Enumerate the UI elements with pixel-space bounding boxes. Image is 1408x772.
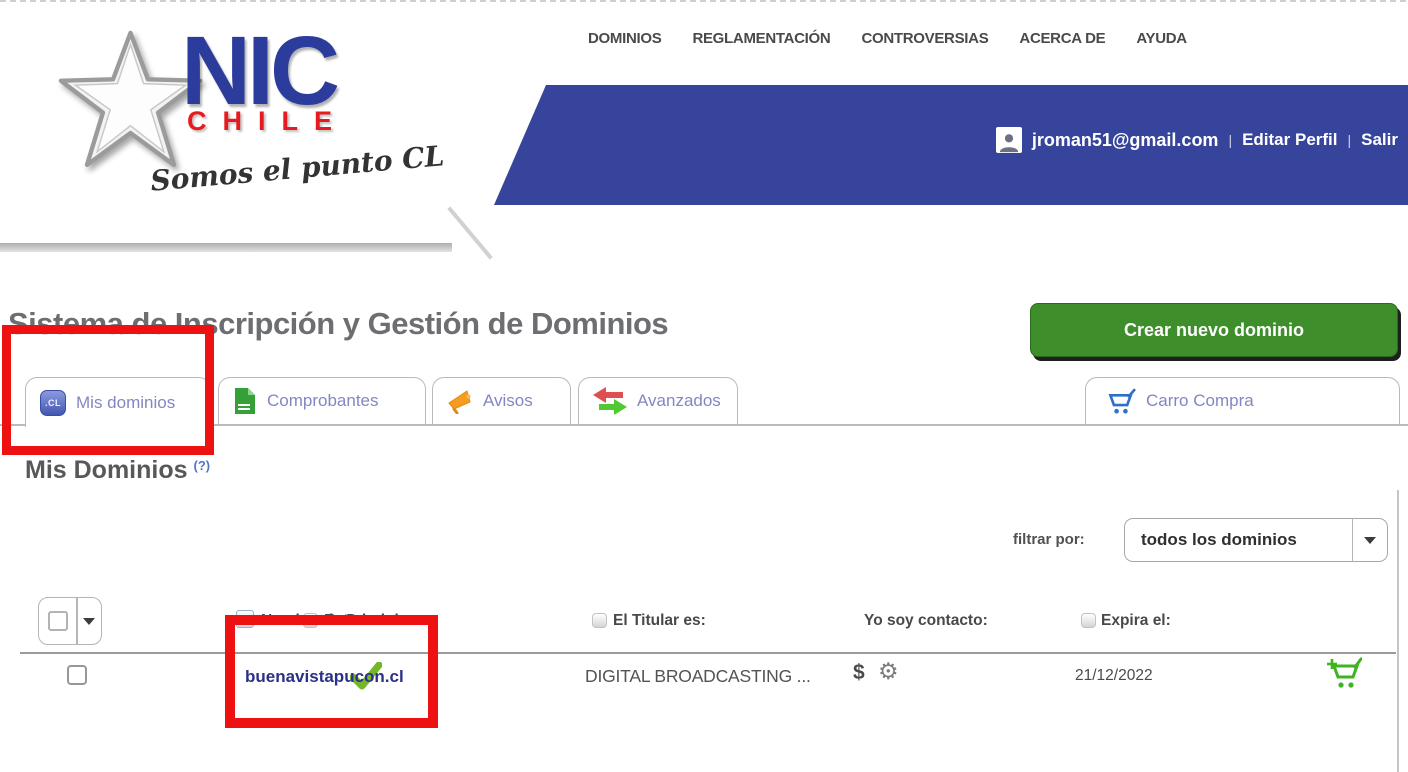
- tab-label: Mis dominios: [76, 393, 175, 413]
- tab-label: Avanzados: [637, 391, 721, 411]
- select-all-control: [38, 597, 102, 645]
- logo-nic-text: NIC: [181, 22, 336, 119]
- tab-comprobantes[interactable]: Comprobantes: [218, 377, 426, 424]
- gear-icon[interactable]: ⚙: [878, 658, 899, 685]
- content-right-border: [1397, 490, 1399, 772]
- nic-chile-logo[interactable]: NIC CHILE Somos el punto CL: [55, 18, 465, 233]
- column-checkbox-titular[interactable]: [592, 613, 607, 628]
- column-header-yo-soy-contacto[interactable]: Yo soy contacto:: [864, 612, 988, 630]
- domain-link[interactable]: buenavistapucon.cl: [245, 667, 404, 687]
- sort-asc-icon[interactable]: [236, 610, 254, 628]
- nav-item-acerca-de[interactable]: ACERCA DE: [1019, 30, 1105, 47]
- column-checkbox-expira[interactable]: [1081, 613, 1096, 628]
- tab-label: Carro Compra: [1146, 391, 1254, 411]
- transfer-arrows-icon: [593, 386, 627, 416]
- caret-down-icon: [1353, 537, 1387, 544]
- holder-name: DIGITAL BROADCASTING ...: [585, 666, 811, 687]
- select-all-dropdown[interactable]: [78, 618, 102, 625]
- logo-chile-text: CHILE: [187, 106, 348, 137]
- nav-item-controversias[interactable]: CONTROVERSIAS: [861, 30, 988, 47]
- column-header-el-titular-es[interactable]: El Titular es:: [613, 612, 706, 630]
- tab-label: Comprobantes: [267, 391, 379, 411]
- payment-icon[interactable]: $: [853, 661, 865, 685]
- create-domain-button[interactable]: Crear nuevo dominio: [1030, 303, 1398, 357]
- user-avatar-icon: [996, 127, 1022, 153]
- tab-carro-compra[interactable]: Carro Compra: [1085, 377, 1400, 424]
- page-title: Sistema de Inscripción y Gestión de Domi…: [8, 306, 668, 342]
- header-shadow-bar: [0, 243, 452, 252]
- separator: |: [1348, 132, 1352, 148]
- tab-mis-dominios[interactable]: .CL Mis dominios: [25, 377, 211, 427]
- domain-filter-select[interactable]: todos los dominios: [1124, 518, 1388, 562]
- section-heading-text: Mis Dominios: [25, 456, 188, 484]
- separator: |: [1228, 132, 1232, 148]
- user-email: jroman51@gmail.com: [1032, 130, 1219, 151]
- edit-profile-link[interactable]: Editar Perfil: [1242, 130, 1337, 150]
- nav-item-dominios[interactable]: DOMINIOS: [588, 30, 661, 47]
- table-header-separator: [20, 652, 1396, 654]
- tab-avisos[interactable]: Avisos: [432, 377, 571, 424]
- filter-selected-value: todos los dominios: [1125, 530, 1352, 550]
- column-header-nombre-de-dominio[interactable]: Nombre de Dominio: [261, 612, 408, 630]
- column-header-expira-el[interactable]: Expira el:: [1101, 612, 1171, 630]
- header-diagonal-edge: [447, 206, 492, 259]
- expiration-date: 21/12/2022: [1075, 667, 1153, 685]
- nav-item-ayuda[interactable]: AYUDA: [1136, 30, 1186, 47]
- tab-bottom-line: [0, 424, 1408, 426]
- tab-avanzados[interactable]: Avanzados: [578, 377, 738, 424]
- help-link[interactable]: (?): [194, 458, 211, 473]
- user-session-bar: jroman51@gmail.com | Editar Perfil | Sal…: [996, 127, 1398, 153]
- top-navigation: DOMINIOS REGLAMENTACIÓN CONTROVERSIAS AC…: [588, 30, 1187, 47]
- section-heading: Mis Dominios (?): [25, 456, 210, 485]
- megaphone-icon: [447, 388, 473, 414]
- logout-link[interactable]: Salir: [1361, 130, 1398, 150]
- top-divider: [0, 0, 1408, 2]
- tab-label: Avisos: [483, 391, 533, 411]
- user-banner: jroman51@gmail.com | Editar Perfil | Sal…: [494, 85, 1408, 205]
- document-icon: [233, 387, 257, 415]
- cart-icon: [1106, 388, 1136, 415]
- nic-chile-domain-manager: NIC CHILE Somos el punto CL DOMINIOS REG…: [0, 0, 1408, 772]
- cl-badge-icon: .CL: [40, 390, 66, 416]
- row-checkbox[interactable]: [67, 665, 87, 685]
- nav-item-reglamentacion[interactable]: REGLAMENTACIÓN: [692, 30, 830, 47]
- filter-label: filtrar por:: [1013, 531, 1085, 548]
- add-to-cart-icon[interactable]: [1326, 657, 1362, 689]
- select-all-checkbox[interactable]: [48, 611, 68, 631]
